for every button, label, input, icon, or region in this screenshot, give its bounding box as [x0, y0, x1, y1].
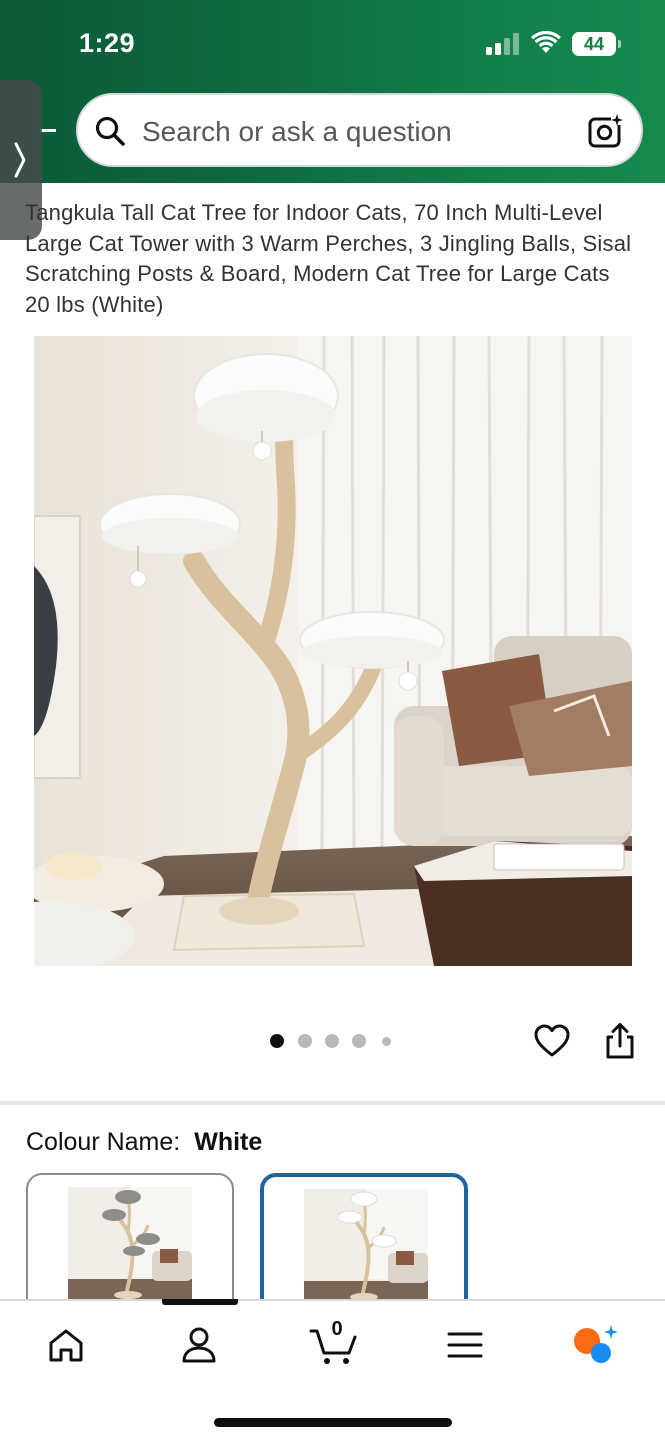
carousel-dot[interactable]	[270, 1034, 284, 1048]
chevron-right-icon	[14, 142, 26, 178]
active-tab-indicator	[162, 1299, 238, 1305]
rufus-assistant-icon[interactable]	[571, 1323, 621, 1369]
share-icon[interactable]	[603, 1022, 637, 1060]
home-icon[interactable]	[44, 1323, 88, 1367]
status-time: 1:29	[79, 28, 136, 58]
variation-row: Colour Name: White	[26, 1128, 262, 1157]
image-carousel-dots[interactable]	[270, 1034, 400, 1050]
carousel-dot[interactable]	[352, 1034, 366, 1048]
swatch-thumbnail	[68, 1187, 192, 1303]
status-bar: 1:29 44	[0, 0, 665, 90]
carousel-dot[interactable]	[382, 1036, 391, 1046]
carousel-dot[interactable]	[298, 1034, 312, 1048]
camera-search-icon[interactable]	[587, 112, 625, 150]
swatch-thumbnail	[304, 1189, 428, 1305]
variation-value: White	[194, 1128, 263, 1156]
menu-icon[interactable]	[443, 1323, 487, 1367]
account-icon[interactable]	[177, 1323, 221, 1367]
search-input[interactable]: Search or ask a question	[76, 93, 643, 167]
variation-label: Colour Name:	[26, 1128, 181, 1156]
search-icon	[95, 116, 125, 146]
home-indicator	[214, 1418, 452, 1427]
search-placeholder: Search or ask a question	[142, 116, 452, 147]
back-icon[interactable]	[40, 129, 56, 132]
battery-indicator: 44	[572, 32, 622, 56]
cellular-signal-icon	[486, 33, 519, 55]
battery-level: 44	[583, 34, 605, 54]
carousel-dot[interactable]	[325, 1034, 339, 1048]
product-title[interactable]: Tangkula Tall Cat Tree for Indoor Cats, …	[25, 198, 635, 320]
product-image[interactable]	[34, 336, 632, 966]
cart-count: 0	[331, 1318, 343, 1340]
header: 1:29 44 Search or ask a question	[0, 0, 665, 183]
wifi-icon	[531, 31, 561, 53]
section-divider	[0, 1101, 665, 1105]
heart-icon[interactable]	[533, 1022, 571, 1060]
